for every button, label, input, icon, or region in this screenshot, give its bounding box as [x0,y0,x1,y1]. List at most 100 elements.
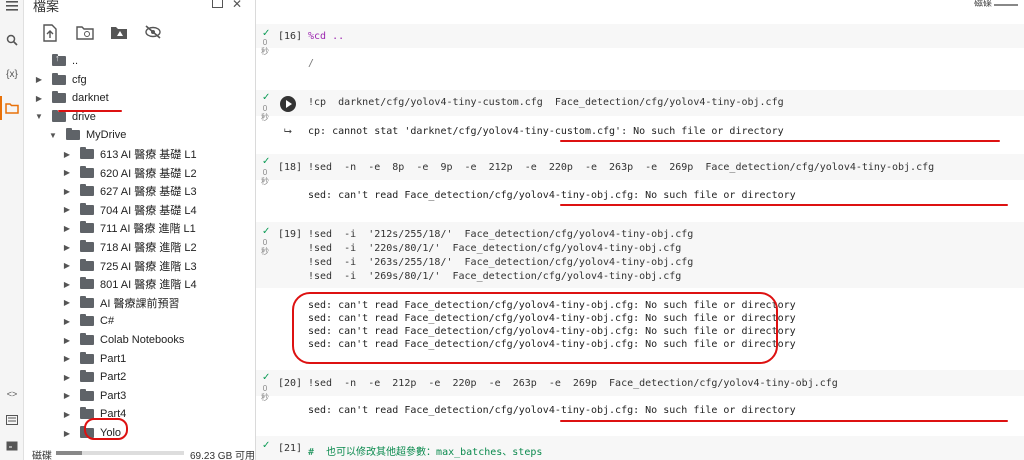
tree-item[interactable]: ▶ 620 AI 醫療 基礎 L2 [62,164,197,182]
tree-item[interactable]: ▶ C# [62,312,114,330]
folder-icon [52,109,66,122]
tree-item-label: cfg [72,73,87,86]
parent-folder-icon [52,53,66,66]
chevron-right-icon[interactable]: ▶ [62,205,72,214]
tree-item-label: 613 AI 醫療 基礎 L1 [100,149,197,161]
tree-item[interactable]: ▶ 704 AI 醫療 基礎 L4 [62,201,197,219]
variables-icon[interactable]: {x} [4,66,20,82]
code-icon[interactable]: <> [4,386,20,402]
folder-icon [80,295,94,308]
cell-code[interactable]: # 也可以修改其他超參數：max_batches、steps [308,443,542,458]
tree-item[interactable]: ▶ Part3 [62,387,126,405]
tree-item-label: .. [72,55,79,67]
chevron-right-icon[interactable]: ▶ [62,410,72,419]
files-panel: 檔案 ✕ .. ▶ cfg ▶ darknet ▼ drive ▼ MyDrive ▶ 613 AI… [24,0,276,460]
chevron-down-icon[interactable]: ▼ [34,112,44,121]
chevron-right-icon[interactable]: ▶ [34,75,44,84]
cell-code[interactable]: !sed -n -e 212p -e 220p -e 263p -e 269p … [308,378,838,389]
chevron-right-icon[interactable]: ▶ [62,391,72,400]
notebook-area: 磁碟 ✓ 0秒 [16] %cd .. / ✓ 0秒 !cp darknet/c… [256,0,1024,460]
exec-time: 0秒 [261,384,269,402]
search-icon[interactable] [4,32,20,48]
tree-item[interactable]: ▶ 613 AI 醫療 基礎 L1 [62,145,197,163]
tree-item[interactable]: ▶ Colab Notebooks [62,331,184,349]
disk-indicator-label: 磁碟 [973,0,992,8]
tree-item[interactable]: ▶ 725 AI 醫療 進階 L3 [62,257,197,275]
cell-output: / [308,58,315,69]
done-check-icon: ✓ [262,226,271,237]
cell-prompt: [20] [278,378,303,389]
chevron-right-icon[interactable]: ▶ [62,243,72,252]
tree-item[interactable]: ▼ MyDrive [48,126,126,144]
refresh-folder-icon[interactable] [76,24,94,42]
tree-item-label: Part3 [100,389,127,402]
done-check-icon: ✓ [262,92,271,103]
chevron-right-icon[interactable]: ▶ [62,336,72,345]
chevron-right-icon[interactable]: ▶ [62,224,72,233]
run-cell-button[interactable] [280,96,296,112]
cell-code-line[interactable]: !sed -i '220s/80/1/' Face_detection/cfg/… [308,243,681,254]
files-title: 檔案 [33,0,60,14]
chevron-right-icon[interactable]: ▶ [62,429,72,438]
terminal-icon[interactable] [4,412,20,428]
tree-item[interactable]: .. [34,52,78,70]
folder-icon [80,165,94,178]
folder-icon [80,221,94,234]
folder-icon [80,277,94,290]
expand-icon[interactable] [210,0,224,11]
chevron-right-icon[interactable]: ▶ [62,150,72,159]
tree-item[interactable]: ▶ Part1 [62,350,126,368]
tree-item[interactable]: ▶ AI 醫療課前預習 [62,294,179,312]
cell-code[interactable]: !sed -n -e 8p -e 9p -e 212p -e 220p -e 2… [308,162,934,173]
chevron-right-icon[interactable]: ▶ [62,317,72,326]
chevron-right-icon[interactable]: ▶ [34,94,44,103]
tree-item[interactable]: ▶ darknet [34,89,109,107]
tree-item-label: AI 醫療課前預習 [100,297,180,310]
chevron-down-icon[interactable]: ▼ [48,131,58,140]
cell-code-line[interactable]: !sed -i '263s/255/18/' Face_detection/cf… [308,257,693,268]
disk-usage-bar [56,451,184,455]
cell-code-line[interactable]: !sed -i '212s/255/18/' Face_detection/cf… [308,229,693,240]
cell-output: cp: cannot stat 'darknet/cfg/yolov4-tiny… [308,126,784,137]
annotation-underline-sed20 [560,420,1008,422]
chevron-right-icon[interactable]: ▶ [62,373,72,382]
menu-icon[interactable] [4,0,20,14]
tree-item[interactable]: ▶ 711 AI 醫療 進階 L1 [62,219,196,237]
folder-icon [52,91,66,104]
cell-code-line[interactable]: !sed -i '269s/80/1/' Face_detection/cfg/… [308,271,681,282]
folder-icon [66,128,80,141]
code-cell-16[interactable] [256,24,1024,48]
chevron-right-icon[interactable]: ▶ [62,168,72,177]
chevron-right-icon[interactable]: ▶ [62,280,72,289]
drive-icon[interactable] [110,24,128,42]
cell-prompt: [16] [278,31,303,42]
tree-item[interactable]: ▶ Part2 [62,368,126,386]
folder-icon [52,72,66,85]
cell-code[interactable]: !cp darknet/cfg/yolov4-tiny-custom.cfg F… [308,97,784,108]
tree-item-label: 718 AI 醫療 進階 L2 [100,242,197,254]
chevron-right-icon[interactable]: ▶ [62,261,72,270]
disk-value: 69.23 GB 可用 [190,451,256,460]
tree-item-label: 801 AI 醫療 進階 L4 [100,279,197,292]
chevron-right-icon[interactable]: ▶ [62,187,72,196]
close-icon[interactable]: ✕ [230,0,244,11]
tree-item-label: 620 AI 醫療 基礎 L2 [100,167,197,180]
annotation-underline-cp [560,140,1000,142]
tree-item[interactable]: ▶ 627 AI 醫療 基礎 L3 [62,182,197,200]
chevron-right-icon[interactable]: ▶ [62,298,72,307]
annotation-underline-sed18 [560,204,1008,206]
upload-icon[interactable] [42,24,60,42]
cell-code[interactable]: %cd .. [308,31,344,42]
tree-item[interactable]: ▶ 801 AI 醫療 進階 L4 [62,275,197,293]
tree-item[interactable]: ▶ 718 AI 醫療 進階 L2 [62,238,197,256]
tree-item-label: Part1 [100,352,127,365]
folder-icon[interactable] [4,100,20,116]
output-clear-icon[interactable]: ⮡ [284,126,292,137]
hide-icon[interactable] [144,24,162,42]
keyboard-icon[interactable] [4,438,20,454]
folder-icon [80,202,94,215]
chevron-right-icon[interactable]: ▶ [62,354,72,363]
tree-item[interactable]: ▶ cfg [34,71,87,89]
folder-icon [80,147,94,159]
folder-icon [80,240,94,252]
